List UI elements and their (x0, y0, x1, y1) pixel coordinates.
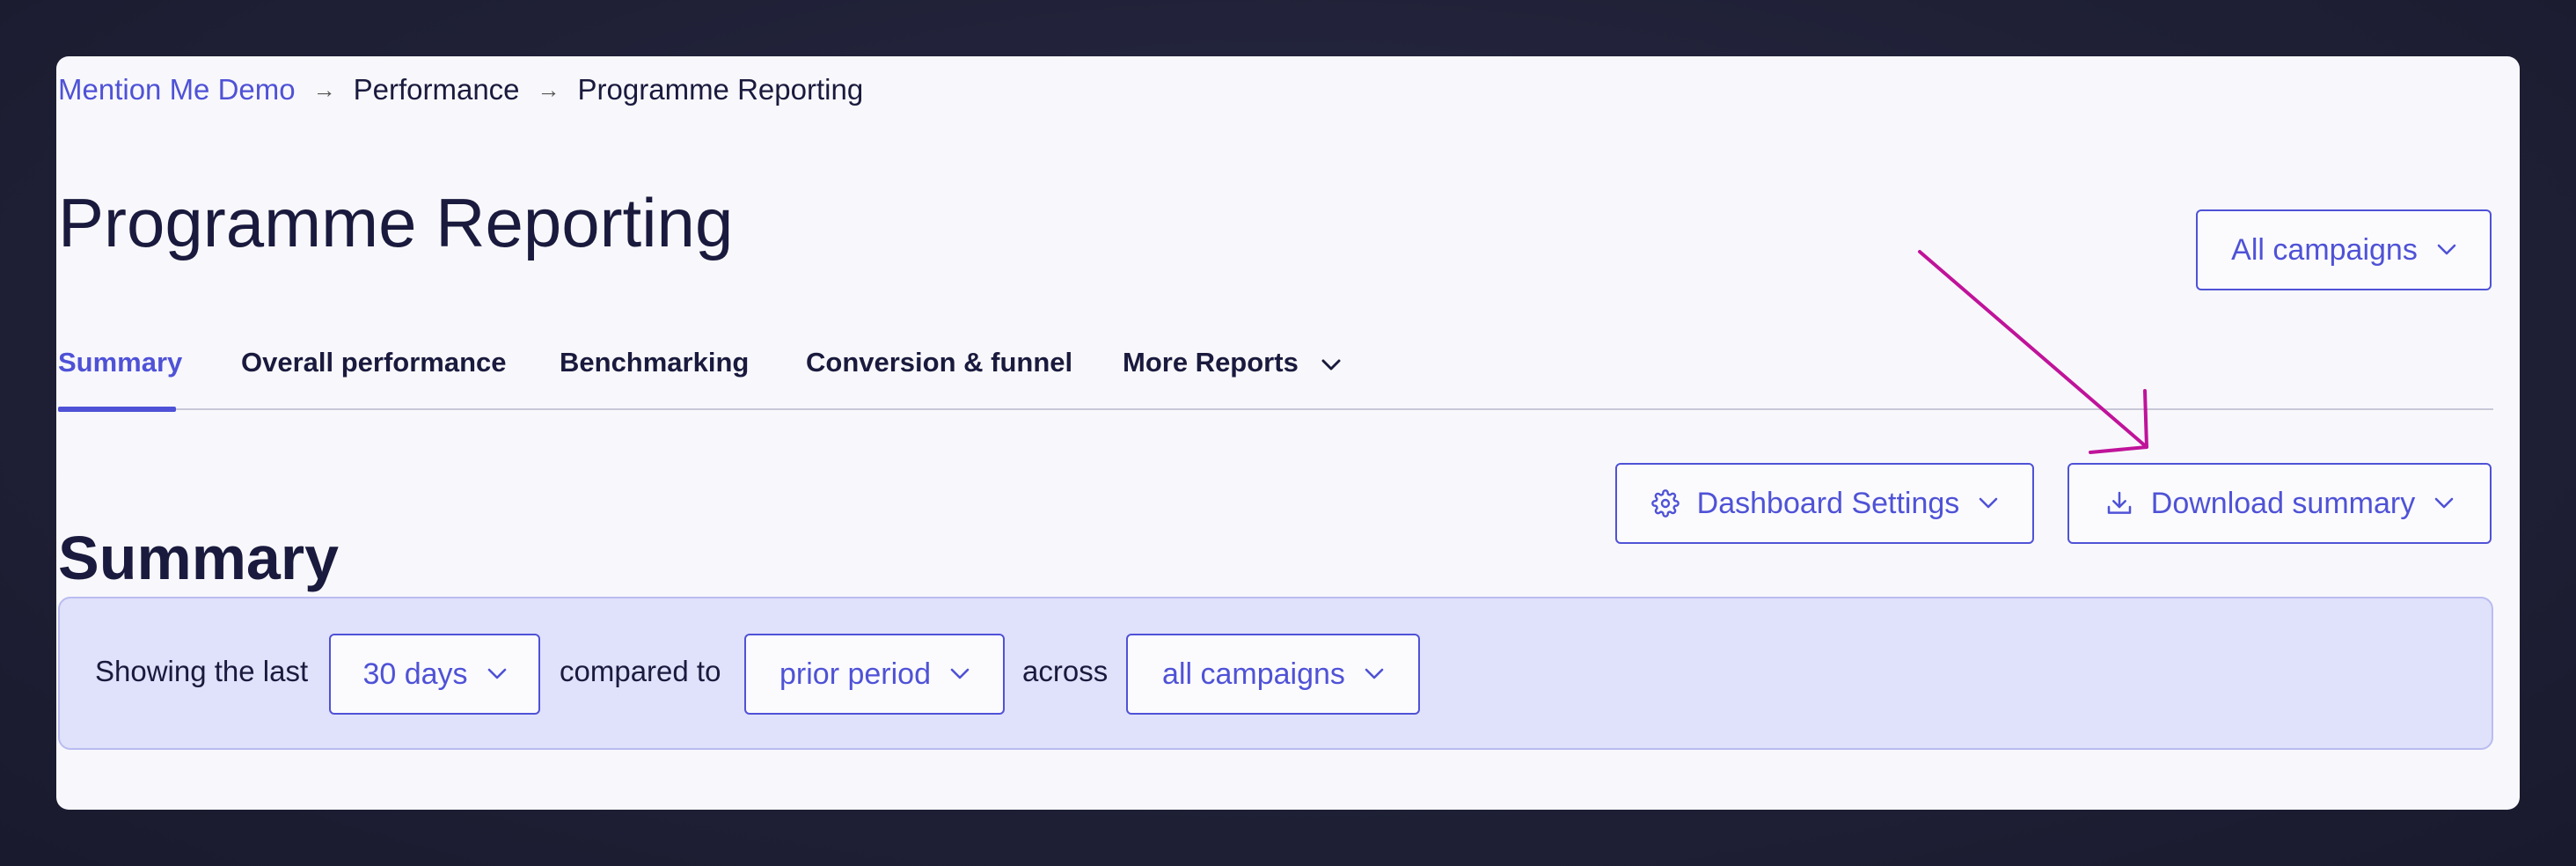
chevron-down-icon (1321, 347, 1341, 378)
breadcrumb-link-performance[interactable]: Performance (354, 73, 520, 106)
tab-overall-performance[interactable]: Overall performance (241, 347, 507, 410)
arrow-right-icon: → (312, 76, 336, 103)
breadcrumb-link-mention-me-demo[interactable]: Mention Me Demo (58, 73, 296, 106)
tab-summary[interactable]: Summary (58, 347, 182, 412)
chevron-down-icon (1979, 497, 1998, 510)
more-reports-text: More Reports (1123, 347, 1299, 378)
gear-icon (1650, 489, 1680, 517)
comparison-value: prior period (779, 657, 931, 691)
all-campaigns-dropdown[interactable]: All campaigns (2196, 209, 2492, 290)
tab-benchmarking[interactable]: Benchmarking (560, 347, 749, 410)
tab-benchmarking-label: Benchmarking (560, 347, 750, 378)
breadcrumb: Mention Me Demo → Performance → Programm… (58, 67, 863, 113)
dashboard-settings-button[interactable]: Dashboard Settings (1615, 463, 2034, 544)
across-text: across (1022, 655, 1109, 687)
period-value: 30 days (362, 657, 468, 691)
campaign-filter-dropdown[interactable]: all campaigns (1126, 634, 1420, 715)
compared-to-text: compared to (560, 655, 721, 687)
chevron-down-icon (1365, 668, 1384, 680)
dashboard-settings-label: Dashboard Settings (1696, 486, 1960, 520)
tab-more-reports-label: More Reports (1123, 347, 1341, 378)
campaign-filter-value: all campaigns (1162, 657, 1345, 691)
all-campaigns-label: All campaigns (2231, 232, 2418, 267)
report-tabs: Summary Overall performance Benchmarking… (58, 347, 2493, 412)
filter-bar: Showing the last 30 days compared to pri… (58, 597, 2493, 750)
download-summary-label: Download summary (2150, 486, 2416, 520)
tab-summary-label: Summary (58, 347, 183, 378)
tab-overall-performance-label: Overall performance (241, 347, 507, 378)
breadcrumb-current: Programme Reporting (577, 73, 864, 106)
tab-conversion-funnel-label: Conversion & funnel (806, 347, 1073, 378)
arrow-right-icon: → (537, 76, 560, 103)
tab-more-reports[interactable]: More Reports (1123, 347, 1341, 410)
chevron-down-icon (950, 668, 970, 680)
page-title: Programme Reporting (58, 184, 734, 261)
download-icon (2105, 489, 2133, 517)
section-title: Summary (58, 524, 340, 592)
chevron-down-icon (2437, 244, 2456, 256)
download-summary-button[interactable]: Download summary (2067, 463, 2492, 544)
filter-prefix-text: Showing the last (95, 655, 309, 687)
period-dropdown[interactable]: 30 days (329, 634, 540, 715)
page-card: Mention Me Demo → Performance → Programm… (56, 56, 2520, 810)
comparison-dropdown[interactable]: prior period (744, 634, 1005, 715)
tab-conversion-funnel[interactable]: Conversion & funnel (806, 347, 1072, 410)
chevron-down-icon (2434, 497, 2454, 510)
chevron-down-icon (487, 668, 507, 680)
